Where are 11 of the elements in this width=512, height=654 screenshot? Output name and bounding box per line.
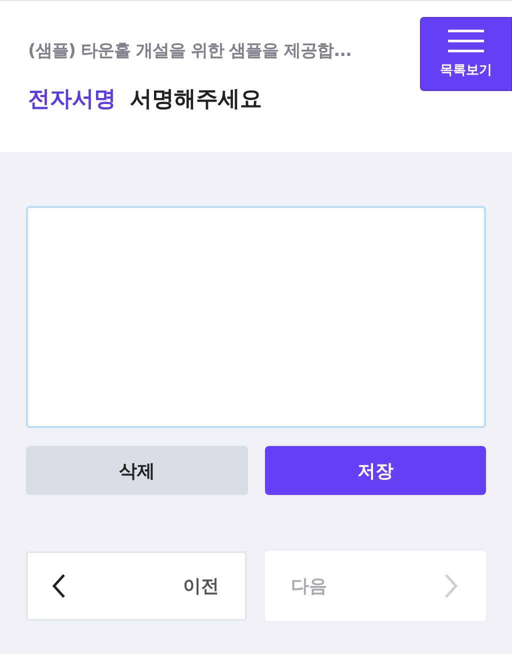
menu-icon <box>448 29 484 53</box>
section-heading: 서명해주세요 <box>130 86 262 114</box>
signature-pad[interactable] <box>26 206 486 428</box>
previous-button[interactable]: 이전 <box>26 551 247 621</box>
chevron-left-icon <box>52 573 66 599</box>
list-view-button[interactable]: 목록보기 <box>420 17 512 91</box>
chevron-right-icon <box>444 573 458 599</box>
save-button[interactable]: 저장 <box>264 446 486 495</box>
section-label: 전자서명 <box>28 86 116 114</box>
delete-button[interactable]: 삭제 <box>26 446 248 495</box>
page-title: (샘플) 타운홀 개설을 위한 샘플을 제공합... <box>28 40 352 62</box>
